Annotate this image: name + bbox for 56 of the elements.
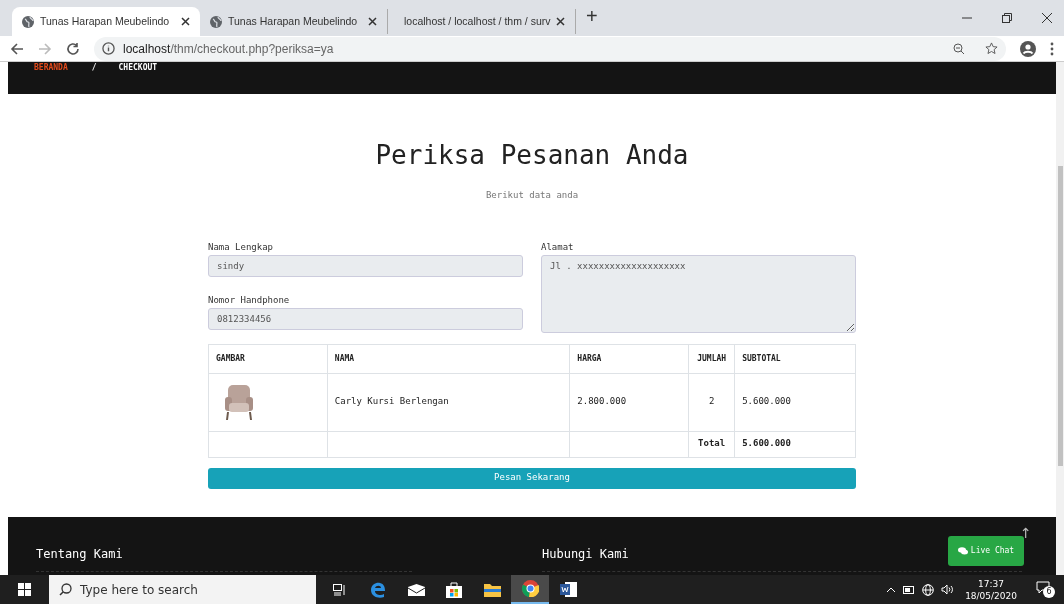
price: 2.800.000 <box>569 373 689 431</box>
chrome-logo-icon[interactable] <box>511 575 549 604</box>
windows-start-icon[interactable] <box>18 583 31 596</box>
field-label: Alamat <box>541 240 575 253</box>
column-header: NAMA <box>327 344 570 373</box>
browser-tab[interactable]: Tunas Harapan Meubelindo <box>12 7 200 36</box>
globe-icon <box>210 15 222 28</box>
page-title: Periksa Pesanan Anda <box>374 139 690 172</box>
page-subtitle: Berikut data anda <box>484 189 580 202</box>
info-icon <box>102 42 115 55</box>
url-text: localhost/thm/checkout.php?periksa=ya <box>123 40 334 58</box>
breadcrumb-separator: / <box>91 63 97 73</box>
close-icon[interactable] <box>1042 13 1052 23</box>
notification-center-button[interactable]: 6 <box>1036 580 1056 599</box>
chat-icon <box>957 546 968 555</box>
quantity: 2 <box>688 373 735 431</box>
total-value: 5.600.000 <box>734 431 856 457</box>
column-header: HARGA <box>569 344 689 373</box>
profile-icon[interactable] <box>1020 40 1036 57</box>
scrollbar[interactable] <box>1056 62 1064 575</box>
back-icon[interactable] <box>10 41 24 56</box>
volume-icon[interactable] <box>941 584 955 595</box>
column-header: GAMBAR <box>208 344 328 373</box>
tab-title: localhost / localhost / thm / surv <box>404 13 551 29</box>
column-header: JUMLAH <box>688 344 735 373</box>
reload-icon[interactable] <box>66 41 80 56</box>
field-label: Nama Lengkap <box>208 240 275 253</box>
close-tab-icon[interactable] <box>556 17 566 26</box>
taskbar-search-field[interactable]: Type here to search <box>49 575 316 604</box>
product-name: Carly Kursi Berlengan <box>327 373 570 431</box>
address-bar[interactable]: localhost/thm/checkout.php?periksa=ya <box>94 36 1006 61</box>
field-label: Nomor Handphone <box>208 293 291 306</box>
footer-heading: Tentang Kami <box>36 544 412 572</box>
new-tab-button[interactable]: + <box>586 1 598 31</box>
star-icon[interactable] <box>985 42 998 55</box>
browser-tab[interactable]: localhost / localhost / thm / surv <box>388 9 576 34</box>
battery-icon[interactable] <box>903 585 916 594</box>
close-tab-icon[interactable] <box>368 17 377 26</box>
total-label: Total <box>688 431 735 457</box>
clock[interactable]: 17:37 18/05/2020 <box>965 577 1017 602</box>
search-icon <box>59 583 72 596</box>
column-header: SUBTOTAL <box>734 344 856 373</box>
globe-icon[interactable] <box>922 583 935 596</box>
zoom-icon[interactable] <box>953 42 965 55</box>
tab-title: Tunas Harapan Meubelindo <box>228 13 359 29</box>
caret-up-icon[interactable] <box>886 586 897 593</box>
close-tab-icon[interactable] <box>181 17 190 26</box>
breadcrumb-link[interactable]: CHECKOUT <box>118 63 158 73</box>
globe-icon <box>22 15 34 28</box>
armchair-photo <box>224 383 254 421</box>
breadcrumb-link[interactable]: BERANDA <box>34 63 68 73</box>
browser-tab[interactable]: Tunas Harapan Meubelindo <box>200 9 388 34</box>
restore-icon[interactable] <box>1002 13 1012 23</box>
tab-title: Tunas Harapan Meubelindo <box>40 13 171 29</box>
subtotal: 5.600.000 <box>734 373 856 431</box>
menu-icon[interactable] <box>1050 41 1054 56</box>
